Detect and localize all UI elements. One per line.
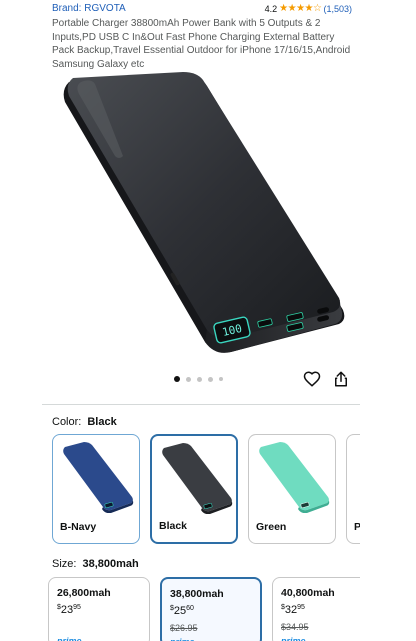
size-option-price: $2395 <box>57 604 81 616</box>
heart-icon[interactable] <box>303 370 321 388</box>
size-option-38800[interactable]: 38,800mah $2560 $26.95 prime <box>160 577 262 641</box>
color-selection-label: Color: Black <box>52 416 117 428</box>
swatch-partial[interactable]: P <box>346 434 360 544</box>
rating-summary[interactable]: 4.2 ★★★★☆ (1,503) <box>265 3 352 14</box>
size-label: Size: <box>52 558 77 570</box>
prime-badge: prime <box>170 637 195 641</box>
size-option-list: 26,800mah $2395 prime 38,800mah $2560 $2… <box>48 577 360 641</box>
size-option-list-price: $26.95 <box>170 623 198 633</box>
prime-badge: prime <box>57 636 82 641</box>
swatch-label: P <box>354 521 360 533</box>
pagination-dot[interactable] <box>219 377 223 381</box>
color-swatch-list: B-Navy Black Green P <box>52 434 360 546</box>
green-powerbank-image <box>259 442 330 513</box>
pagination-dot[interactable] <box>197 376 202 382</box>
rating-value: 4.2 <box>264 3 278 14</box>
size-option-40800[interactable]: 40,800mah $3295 $34.95 prime <box>272 577 360 641</box>
size-option-name: 26,800mah <box>57 587 111 599</box>
swatch-black[interactable]: Black <box>150 434 238 544</box>
section-divider <box>42 404 360 405</box>
navy-powerbank-image <box>63 442 134 513</box>
size-selection-label: Size: 38,800mah <box>52 558 139 570</box>
size-option-price: $2560 <box>170 605 194 617</box>
prime-badge: prime <box>281 636 306 641</box>
pagination-dot[interactable] <box>208 376 213 382</box>
image-pagination[interactable] <box>174 376 223 382</box>
star-rating-icon: ★★★★☆ <box>279 3 322 14</box>
swatch-label: Black <box>159 520 188 532</box>
size-option-26800[interactable]: 26,800mah $2395 prime <box>48 577 150 641</box>
pagination-dot-active[interactable] <box>174 376 180 382</box>
size-option-name: 40,800mah <box>281 587 335 599</box>
header-row: Brand: RGVOTA 4.2 ★★★★☆ (1,503) <box>52 3 352 17</box>
product-title: Portable Charger 38800mAh Power Bank wit… <box>52 18 351 71</box>
size-option-list-price: $34.95 <box>281 622 309 632</box>
black-powerbank-image <box>162 443 233 514</box>
size-selected-value: 38,800mah <box>82 558 139 570</box>
swatch-green[interactable]: Green <box>248 434 336 544</box>
color-selected-value: Black <box>87 416 117 428</box>
size-option-price: $3295 <box>281 604 305 616</box>
product-image[interactable]: 100 <box>55 72 350 362</box>
brand-link[interactable]: Brand: RGVOTA <box>52 3 126 14</box>
size-option-name: 38,800mah <box>170 588 224 600</box>
rating-count-link[interactable]: (1,503) <box>323 4 352 14</box>
swatch-b-navy[interactable]: B-Navy <box>52 434 140 544</box>
swatch-label: B-Navy <box>60 521 97 533</box>
swatch-label: Green <box>256 521 287 533</box>
pagination-dot[interactable] <box>186 376 191 382</box>
share-icon[interactable] <box>332 370 350 388</box>
color-label: Color: <box>52 416 82 428</box>
